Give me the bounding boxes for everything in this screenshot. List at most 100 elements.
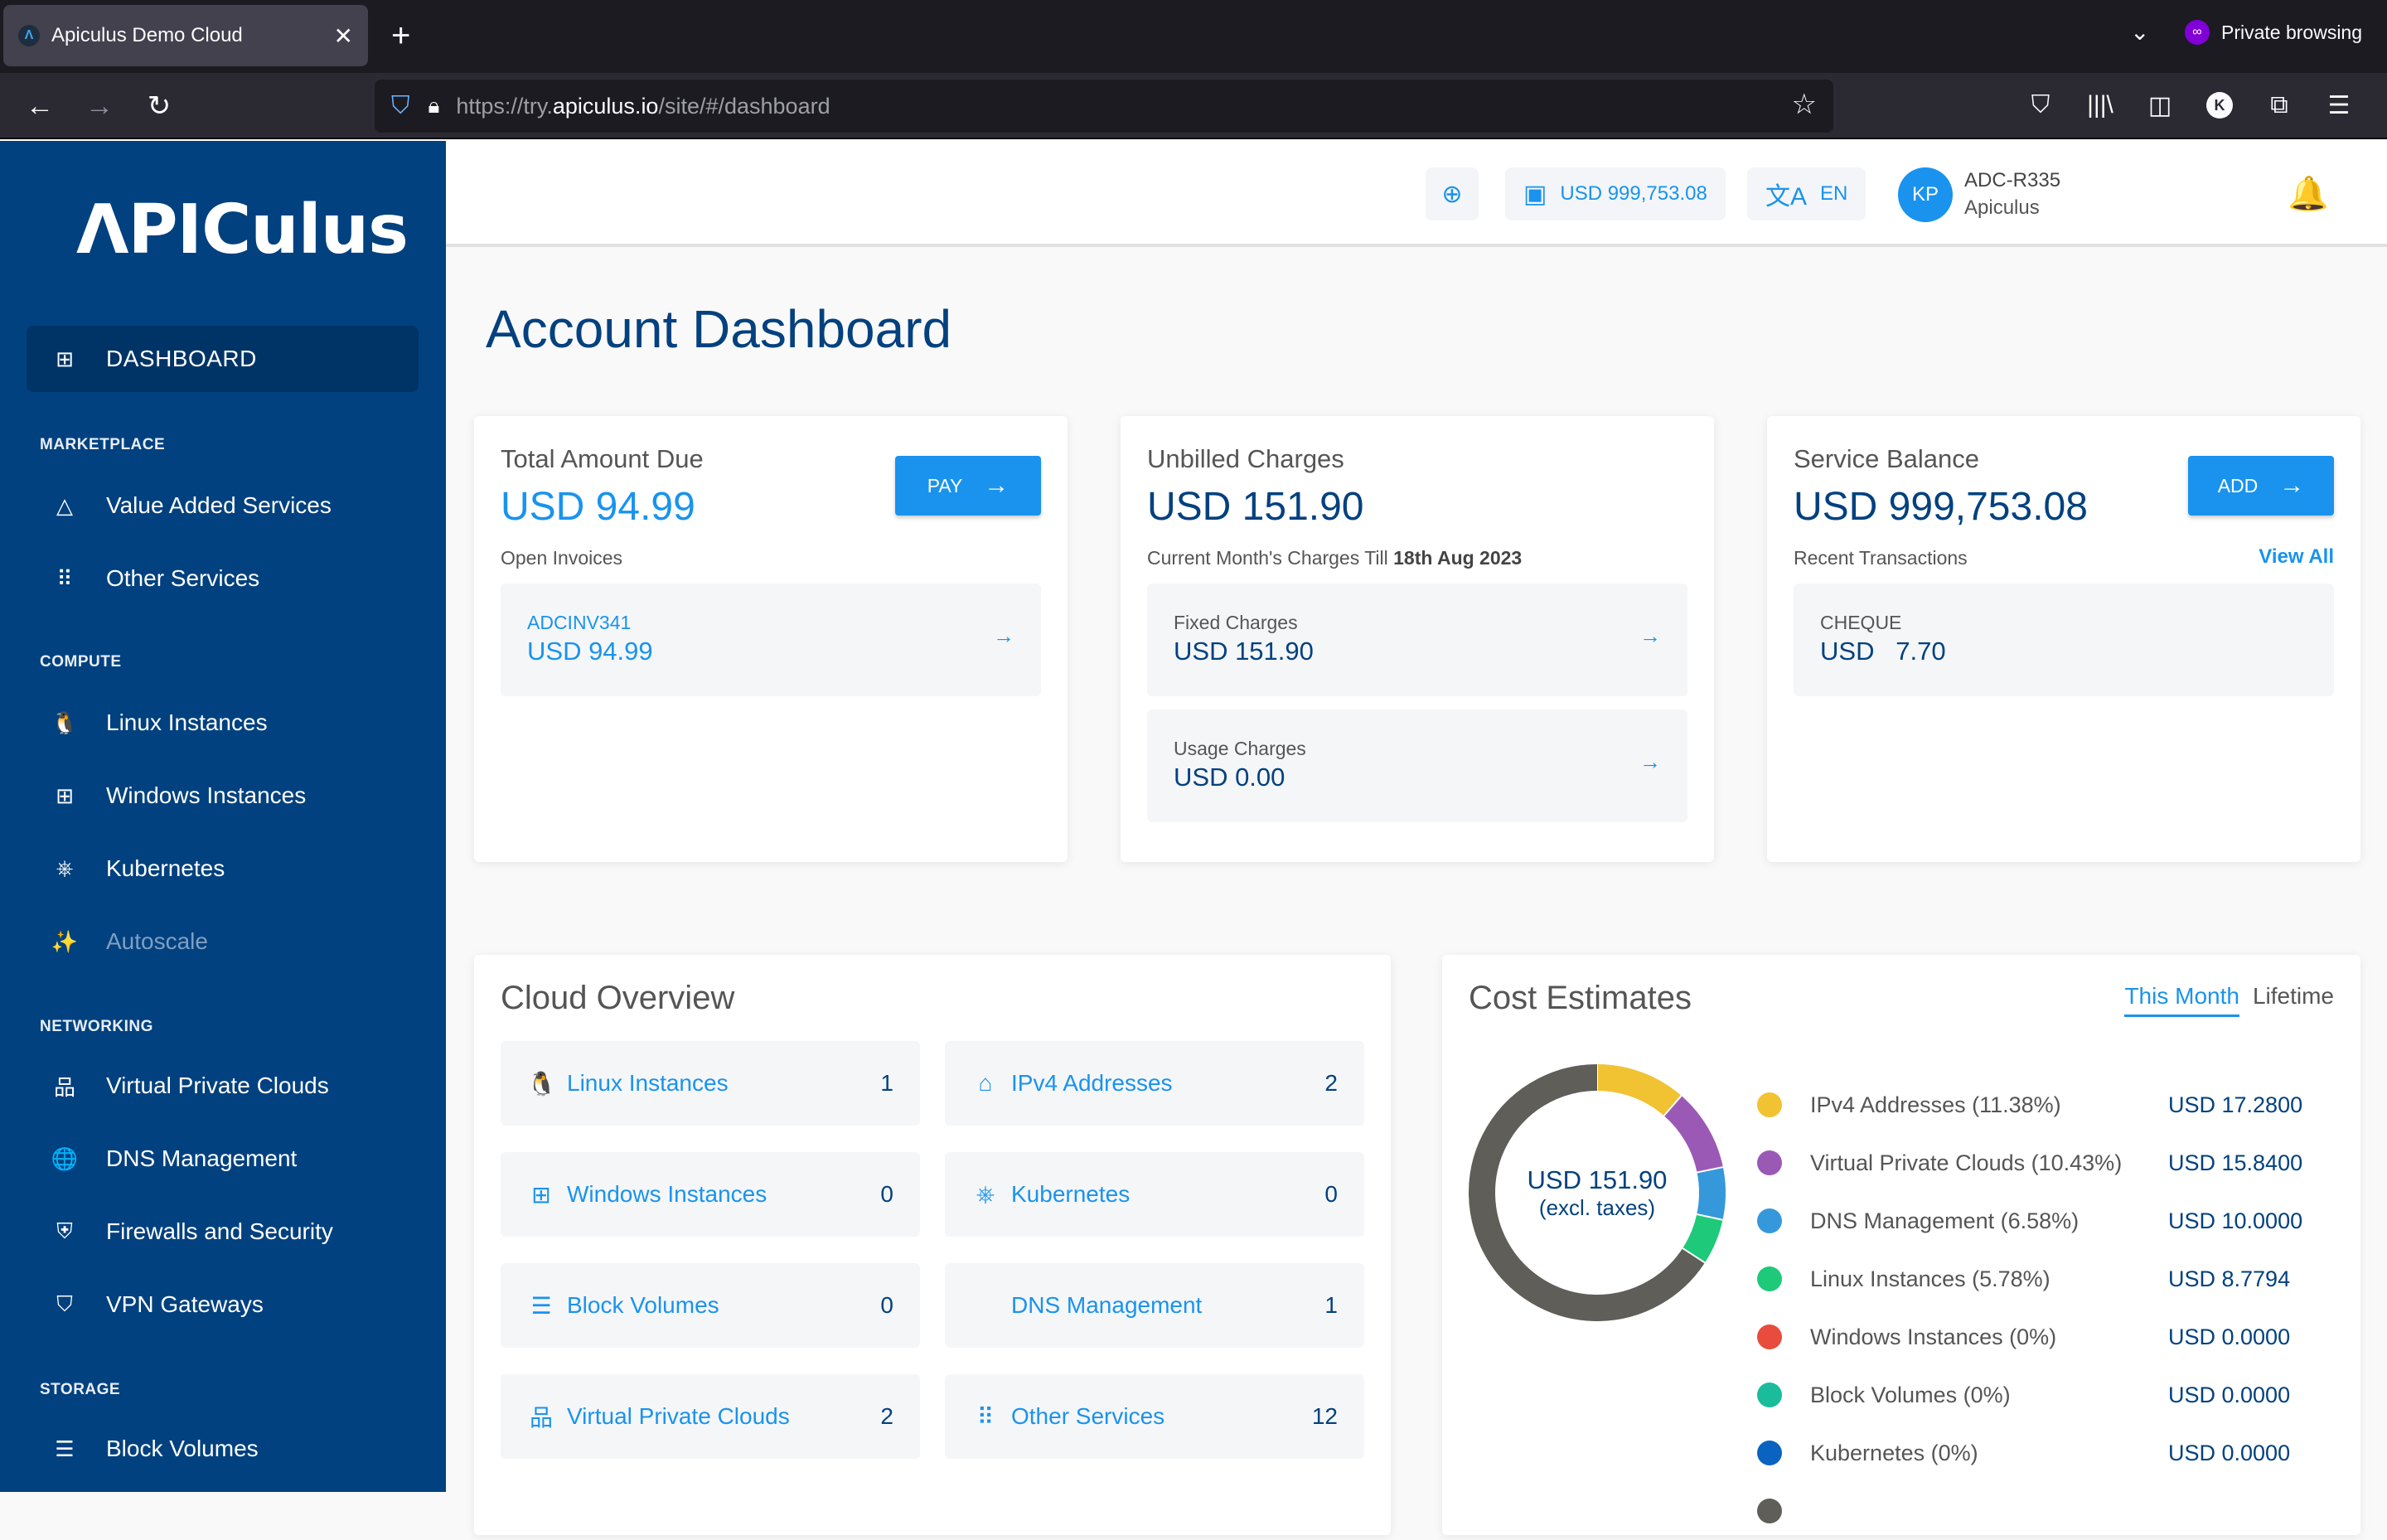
recent-transactions-label: Recent Transactions [1794, 547, 1968, 569]
avatar[interactable]: KP [1898, 167, 1953, 222]
wallet-balance-button[interactable]: ▣ USD 999,753.08 [1505, 167, 1726, 220]
sidebar-item-label: Firewalls and Security [106, 1218, 333, 1244]
legend-amount: USD 0.0000 [2168, 1440, 2291, 1465]
charge-label: Fixed Charges [1174, 612, 1298, 633]
translate-icon: 文A [1765, 183, 1808, 211]
tab-this-month[interactable]: This Month [2124, 983, 2239, 1017]
legend-dot-icon [1757, 1266, 1782, 1291]
transaction-type: CHEQUE [1820, 612, 1902, 633]
donut-note: (excl. taxes) [1538, 1194, 1656, 1220]
overview-tile-dns-management[interactable]: DNS Management 1 [945, 1263, 1364, 1348]
tile-count: 1 [1324, 1292, 1338, 1318]
overview-tile-other-services[interactable]: ⠿ Other Services 12 [945, 1374, 1364, 1459]
overview-tile-linux-instances[interactable]: 🐧 Linux Instances 1 [501, 1041, 920, 1126]
overview-tile-block-volumes[interactable]: ☰ Block Volumes 0 [501, 1263, 920, 1348]
tile-count: 2 [880, 1403, 893, 1429]
overview-tile-kubernetes[interactable]: ⎈ Kubernetes 0 [945, 1152, 1364, 1237]
total-due-amount: USD 94.99 [501, 485, 695, 529]
sidebar-item-vpn-gateways[interactable]: ⛉ VPN Gateways [27, 1271, 419, 1338]
sidebar-item-windows-instances[interactable]: ⊞ Windows Instances [27, 763, 419, 829]
sidebar-item-autoscale[interactable]: ✨ Autoscale [27, 908, 419, 975]
forward-button[interactable]: → [81, 88, 118, 124]
language-button[interactable]: 文A EN [1747, 167, 1867, 220]
tracking-shield-icon[interactable]: ⛉ [391, 92, 410, 120]
windows-icon: ⊞ [56, 782, 74, 808]
total-amount-due-card: Total Amount Due USD 94.99 PAY → Open In… [474, 416, 1068, 862]
globe-icon: 🌐 [51, 1145, 79, 1171]
sidebar-item-label: Virtual Private Clouds [106, 1073, 329, 1098]
sidebar-item-virtual-private-clouds[interactable]: 品 Virtual Private Clouds [27, 1053, 419, 1119]
arrow-right-icon[interactable]: → [1639, 623, 1661, 649]
browser-tab-bar: Λ Apiculus Demo Cloud ✕ + ⌄ ∞ Private br… [0, 0, 2387, 73]
view-all-link[interactable]: View All [2259, 545, 2334, 569]
sidebar-item-linux-instances[interactable]: 🐧 Linux Instances [27, 690, 419, 756]
legend-item: Windows Instances (0%) USD 0.0000 [1757, 1308, 2329, 1366]
section-networking: NETWORKING [40, 1018, 153, 1035]
tab-title: Apiculus Demo Cloud [51, 24, 243, 46]
overview-tile-ipv4-addresses[interactable]: ⌂ IPv4 Addresses 2 [945, 1041, 1364, 1126]
app-menu-icon[interactable]: ☰ [2321, 85, 2357, 126]
back-button[interactable]: ← [22, 88, 58, 124]
apiculus-logo[interactable]: ΛPICulus [76, 191, 409, 269]
sidebar-item-label: DNS Management [106, 1145, 298, 1171]
legend-item: IPv4 Addresses (11.38%) USD 17.2800 [1757, 1076, 2329, 1134]
arrow-right-icon: → [984, 472, 1010, 499]
new-tab-button[interactable]: + [391, 15, 410, 56]
unbilled-amount: USD 151.90 [1147, 485, 1364, 529]
pay-label: PAY [927, 474, 963, 496]
notification-bell-icon[interactable]: 🔔 [2288, 174, 2329, 213]
charge-label: Usage Charges [1174, 738, 1306, 759]
private-mask-icon: ∞ [2185, 20, 2210, 45]
legend-item: Kubernetes (0%) USD 0.0000 [1757, 1424, 2329, 1482]
bookmark-star-icon[interactable]: ☆ [1792, 88, 1817, 121]
url-bar[interactable]: ⛉ 🔒︎ https://try.apiculus.io/site/#/dash… [375, 80, 1833, 133]
usage-charges-item[interactable]: Usage Charges USD 0.00 → [1147, 709, 1687, 822]
add-label: ADD [2217, 474, 2259, 496]
sidebar-item-value-added-services[interactable]: △ Value Added Services [27, 472, 419, 539]
lifebuoy-icon: ⊕ [1441, 180, 1463, 208]
sidebar-item-kubernetes[interactable]: ⎈ Kubernetes [27, 835, 419, 902]
fixed-charges-item[interactable]: Fixed Charges USD 151.90 → [1147, 584, 1687, 696]
user-name[interactable]: ADC-R335 [1964, 169, 2060, 192]
url-text[interactable]: https://try.apiculus.io/site/#/dashboard [456, 94, 830, 119]
lock-icon[interactable]: 🔒︎ [428, 93, 440, 119]
pay-button[interactable]: PAY → [895, 456, 1041, 516]
shapes-icon: △ [56, 492, 73, 518]
linux-icon: 🐧 [527, 1070, 556, 1097]
section-compute: COMPUTE [40, 653, 122, 671]
arrow-right-icon[interactable]: → [1639, 749, 1661, 775]
browser-tab[interactable]: Λ Apiculus Demo Cloud ✕ [3, 5, 368, 66]
tile-count: 0 [880, 1181, 893, 1207]
invoice-item[interactable]: ADCINV341 USD 94.99 → [501, 584, 1041, 696]
sidebar-item-firewalls-and-security[interactable]: ⛨ Firewalls and Security [27, 1199, 419, 1265]
pocket-icon[interactable]: ⛉ [2022, 85, 2059, 126]
page-title: Account Dashboard [486, 299, 952, 359]
sidebar-item-dns-management[interactable]: 🌐 DNS Management [27, 1126, 419, 1192]
library-icon[interactable]: |||\ [2082, 85, 2118, 126]
sidebar-item-block-volumes[interactable]: ☰ Block Volumes [27, 1416, 419, 1482]
tab-lifetime[interactable]: Lifetime [2253, 983, 2334, 1017]
add-funds-button[interactable]: ADD → [2188, 456, 2334, 516]
charges-till-label: Current Month's Charges Till 18th Aug 20… [1147, 547, 1523, 569]
legend-amount: USD 17.2800 [2168, 1092, 2303, 1117]
user-org: Apiculus [1964, 196, 2040, 219]
account-icon[interactable]: K [2201, 85, 2238, 126]
sidebar-item-other-services[interactable]: ⠿ Other Services [27, 545, 419, 612]
close-tab-icon[interactable]: ✕ [334, 22, 353, 50]
section-marketplace: MARKETPLACE [40, 436, 166, 453]
kubernetes-icon: ⎈ [56, 855, 74, 880]
tile-count: 1 [880, 1070, 893, 1096]
tile-name: Virtual Private Clouds [567, 1403, 790, 1429]
card-title: Unbilled Charges [1147, 444, 1344, 473]
reload-button[interactable]: ↻ [141, 88, 177, 124]
sidebar-toggle-icon[interactable]: ◫ [2142, 85, 2178, 126]
extensions-icon[interactable]: ⧉ [2261, 85, 2297, 126]
charges-till-date: 18th Aug 2023 [1393, 547, 1523, 569]
list-tabs-icon[interactable]: ⌄ [2130, 18, 2149, 46]
arrow-right-icon[interactable]: → [993, 623, 1014, 649]
support-button[interactable]: ⊕ [1426, 167, 1479, 220]
sidebar-item-label: Block Volumes [106, 1436, 259, 1461]
sidebar-item-dashboard[interactable]: ⊞ DASHBOARD [27, 326, 419, 392]
overview-tile-virtual-private-clouds[interactable]: 品 Virtual Private Clouds 2 [501, 1374, 920, 1459]
overview-tile-windows-instances[interactable]: ⊞ Windows Instances 0 [501, 1152, 920, 1237]
